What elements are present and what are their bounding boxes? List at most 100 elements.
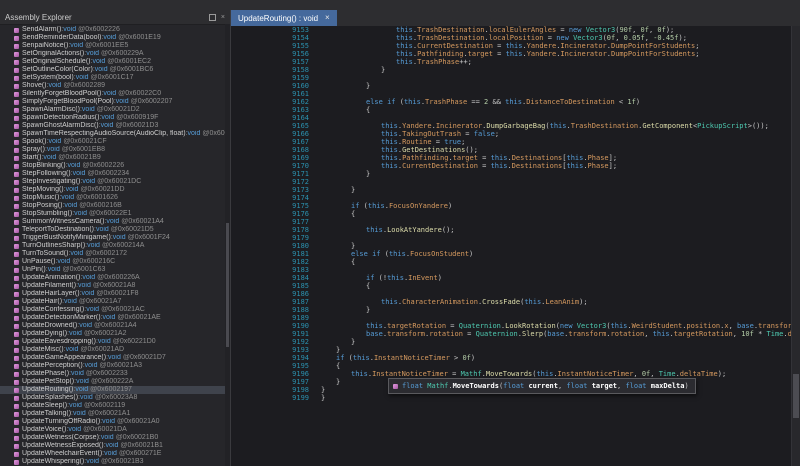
tree-item-method[interactable]: SpawnDetectionRadius() : void@0x600919F (0, 114, 230, 122)
code-line[interactable]: 9162else if (this.TrashPhase == 2 && thi… (231, 98, 800, 106)
code-line[interactable]: 9174 (231, 194, 800, 202)
code-line[interactable]: 9199} (231, 394, 800, 402)
tree-item-method[interactable]: SpawnTimeRespectingAudioSource(AudioClip… (0, 130, 230, 138)
tree-item-method[interactable]: UpdateWetness(Corpse) : void@0x60021B0 (0, 434, 230, 442)
code-line[interactable]: 9166this.TakingOutTrash = false; (231, 130, 800, 138)
tree-item-method[interactable]: StopPosing() : void@0x600216B (0, 202, 230, 210)
code-line[interactable]: 9178this.LookAtYandere(); (231, 226, 800, 234)
tree-item-method[interactable]: SenpaiNotice() : void@0x6001EE5 (0, 42, 230, 50)
code-line[interactable]: 9182{ (231, 258, 800, 266)
code-line[interactable]: 9179 (231, 234, 800, 242)
tree-item-method[interactable]: TeleportToDestination() : void@0x60021D5 (0, 226, 230, 234)
code-line[interactable]: 9153this.TrashDestination.localEulerAngl… (231, 26, 800, 34)
code-line[interactable]: 9164 (231, 114, 800, 122)
tree-item-method[interactable]: StepInvestigating() : void@0x60021DC (0, 178, 230, 186)
tree-item-method[interactable]: UpdateEavesdropping() : void@0x60221D0 (0, 338, 230, 346)
code-line[interactable]: 9194if (this.InstantNoticeTimer > 0f) (231, 354, 800, 362)
code-line[interactable]: 9181else if (this.FocusOnStudent) (231, 250, 800, 258)
tree-item-method[interactable]: SpawnAlarmDisc() : void@0x60021D2 (0, 106, 230, 114)
code-line[interactable]: 9176{ (231, 210, 800, 218)
tree-item-method[interactable]: UpdateWetnessExposed() : void@0x60021B1 (0, 442, 230, 450)
code-line[interactable]: 9184if (!this.InEvent) (231, 274, 800, 282)
tree-item-method[interactable]: StepMoving() : void@0x60021DD (0, 186, 230, 194)
tree-item-method[interactable]: UpdatePetStop() : void@0x600222A (0, 378, 230, 386)
tree-item-method[interactable]: StopStumbling() : void@0x60022E1 (0, 210, 230, 218)
code-line[interactable]: 9155this.CurrentDestination = this.Yande… (231, 42, 800, 50)
code-line[interactable]: 9156this.Pathfinding.target = this.Yande… (231, 50, 800, 58)
tree-item-method[interactable]: SetOriginalActions() : void@0x600229A (0, 50, 230, 58)
tree-item-method[interactable]: UpdateDrowned() : void@0x60021A4 (0, 322, 230, 330)
tree-item-method[interactable]: UpdateSleep() : void@0x6002119 (0, 402, 230, 410)
tree-item-method[interactable]: StopBlinking() : void@0x6002226 (0, 162, 230, 170)
tree-item-method[interactable]: SilentlyForgetBloodPool() : void@0x60022… (0, 90, 230, 98)
tree-item-method[interactable]: UpdateRouting() : void@0x6002197 (0, 386, 230, 394)
tree-item-method[interactable]: SendAlarm() : void@0x6002226 (0, 26, 230, 34)
tree-item-method[interactable]: TurnToSound() : void@0x6002172 (0, 250, 230, 258)
code-line[interactable]: 9196this.InstantNoticeTimer = Mathf.Move… (231, 370, 800, 378)
tree-item-method[interactable]: UpdateHair() : void@0x60021A7 (0, 298, 230, 306)
code-line[interactable]: 9154this.TrashDestination.localPosition … (231, 34, 800, 42)
code-line[interactable]: 9158} (231, 66, 800, 74)
tree-item-method[interactable]: UpdateWhispering() : void@0x60021B3 (0, 458, 230, 466)
tree-item-method[interactable]: SpawnGhostAlarmDisc() : void@0x60021D3 (0, 122, 230, 130)
editor-scrollbar[interactable] (791, 26, 800, 466)
code-line[interactable]: 9177 (231, 218, 800, 226)
code-line[interactable]: 9192} (231, 338, 800, 346)
code-line[interactable]: 9183 (231, 266, 800, 274)
code-line[interactable]: 9189 (231, 314, 800, 322)
tree-item-method[interactable]: UpdateDetectionMarker() : void@0x60021AE (0, 314, 230, 322)
code-line[interactable]: 9173} (231, 186, 800, 194)
tree-item-method[interactable]: UpdateTurningOffRadio() : void@0x60021A0 (0, 418, 230, 426)
code-line[interactable]: 9163{ (231, 106, 800, 114)
code-line[interactable]: 9190this.targetRotation = Quaternion.Loo… (231, 322, 800, 330)
code-line[interactable]: 9165this.Yandere.Incinerator.DumpGarbage… (231, 122, 800, 130)
editor-scrollbar-thumb[interactable] (793, 374, 799, 418)
code-line[interactable]: 9172 (231, 178, 800, 186)
tree-item-method[interactable]: SummonWitnessCamera() : void@0x60021A4 (0, 218, 230, 226)
tree-item-method[interactable]: Spook() : void@0x60021CF (0, 138, 230, 146)
code-line[interactable]: 9161 (231, 90, 800, 98)
tree-item-method[interactable]: UpdateSplashes() : void@0x60023A8 (0, 394, 230, 402)
tree-item-method[interactable]: UpdateDying() : void@0x60021A2 (0, 330, 230, 338)
code-line[interactable]: 9160} (231, 82, 800, 90)
tree-item-method[interactable]: TurnOutlinesSharp() : void@0x600214A (0, 242, 230, 250)
code-line[interactable]: 9193} (231, 346, 800, 354)
code-line[interactable]: 9167this.Routine = true; (231, 138, 800, 146)
tree-item-method[interactable]: UnPause() : void@0x600216C (0, 258, 230, 266)
tree-item-method[interactable]: UpdateHairLayer() : void@0x60021F8 (0, 290, 230, 298)
tree-item-method[interactable]: StopMusic() : void@0x6001626 (0, 194, 230, 202)
tree-item-method[interactable]: SetOriginalSchedule() : void@0x6001EC2 (0, 58, 230, 66)
tree-item-method[interactable]: UnPin() : void@0x6001C63 (0, 266, 230, 274)
code-line[interactable]: 9171} (231, 170, 800, 178)
code-line[interactable]: 9187this.CharacterAnimation.CrossFade(th… (231, 298, 800, 306)
tree-item-method[interactable]: UpdateGameAppearance() : void@0x60021D7 (0, 354, 230, 362)
tree-item-method[interactable]: Spray() : void@0x6001EB8 (0, 146, 230, 154)
code-line[interactable]: 9188} (231, 306, 800, 314)
tree-item-method[interactable]: StepFollowing() : void@0x6002234 (0, 170, 230, 178)
tree-item-method[interactable]: SimplyForgetBloodPool(Pool) : void@0x600… (0, 98, 230, 106)
code-line[interactable]: 9157this.TrashPhase++; (231, 58, 800, 66)
tree-item-method[interactable]: SetSystem(bool) : void@0x6001C17 (0, 74, 230, 82)
tree-item-method[interactable]: UpdateAnimation() : void@0x600226A (0, 274, 230, 282)
code-line[interactable]: 9159 (231, 74, 800, 82)
tree-item-method[interactable]: UpdatePerception() : void@0x60021A3 (0, 362, 230, 370)
tree-item-method[interactable]: Shove() : void@0x6002289 (0, 82, 230, 90)
tree-item-method[interactable]: UpdateTalking() : void@0x60021A1 (0, 410, 230, 418)
tree-item-method[interactable]: SendReminderData(bool) : void@0x6001E19 (0, 34, 230, 42)
panel-scrollbar-thumb[interactable] (226, 223, 229, 347)
tab-updaterouting[interactable]: UpdateRouting() : void × (231, 10, 337, 26)
tree-item-method[interactable]: UpdateVoice() : void@0x60021DA (0, 426, 230, 434)
code-line[interactable]: 9180} (231, 242, 800, 250)
code-line[interactable]: 9168this.GetDestinations(); (231, 146, 800, 154)
code-line[interactable]: 9186 (231, 290, 800, 298)
tree-item-method[interactable]: UpdateFilament() : void@0x60021A8 (0, 282, 230, 290)
code-line[interactable]: 9191base.transform.rotation = Quaternion… (231, 330, 800, 338)
code-line[interactable]: 9185{ (231, 282, 800, 290)
code-line[interactable]: 9169this.Pathfinding.target = this.Desti… (231, 154, 800, 162)
tree-item-method[interactable]: SetOutlineColor(Color) : void@0x6001BC6 (0, 66, 230, 74)
tree-item-method[interactable]: UpdatePhase() : void@0x6002233 (0, 370, 230, 378)
tree-item-method[interactable]: TriggerBustNotifyMinigame() : void@0x600… (0, 234, 230, 242)
code-line[interactable]: 9175if (this.FocusOnYandere) (231, 202, 800, 210)
pin-icon[interactable] (209, 14, 216, 21)
code-line[interactable]: 9170this.CurrentDestination = this.Desti… (231, 162, 800, 170)
